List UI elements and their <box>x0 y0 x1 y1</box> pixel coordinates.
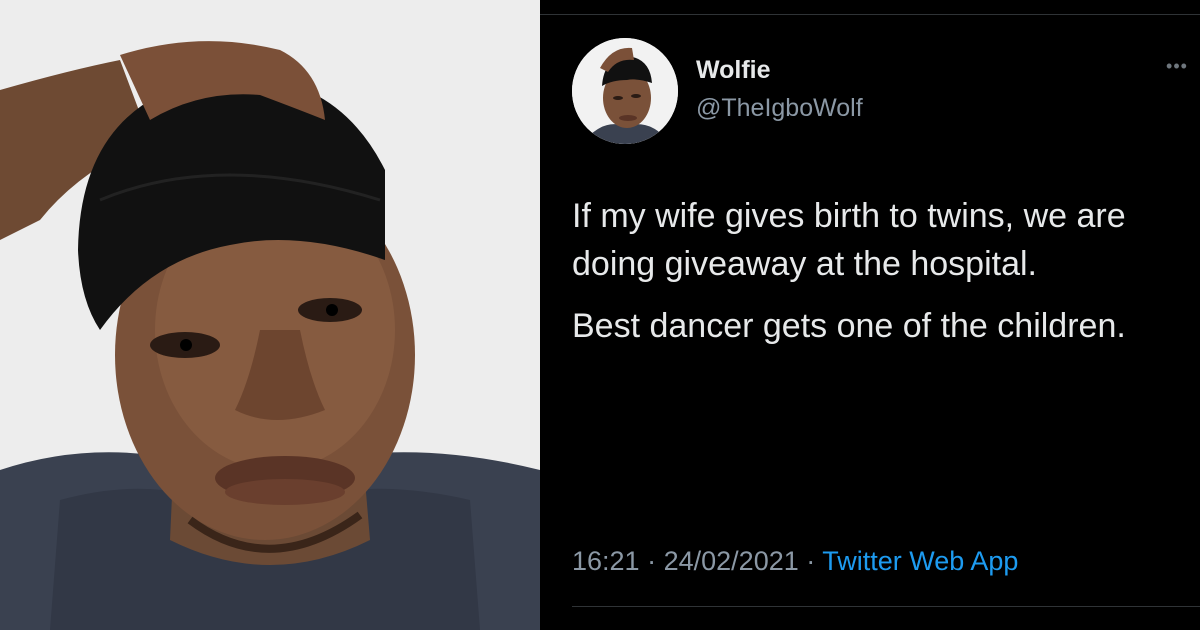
avatar-image <box>572 38 678 144</box>
tweet-body: If my wife gives birth to twins, we are … <box>572 192 1182 364</box>
tweet-date[interactable]: 24/02/2021 <box>664 546 799 576</box>
tweet-time[interactable]: 16:21 <box>572 546 640 576</box>
meme-image: Wolfie @TheIgboWolf ••• If my wife gives… <box>0 0 1200 630</box>
tweet-paragraph: If my wife gives birth to twins, we are … <box>572 197 1126 283</box>
user-handle[interactable]: @TheIgboWolf <box>696 94 863 123</box>
meta-separator: · <box>806 546 816 576</box>
bottom-divider <box>572 606 1200 607</box>
tweet-card: Wolfie @TheIgboWolf ••• If my wife gives… <box>540 0 1200 630</box>
meta-separator: · <box>647 546 657 576</box>
avatar[interactable] <box>572 38 678 144</box>
more-horizontal-icon[interactable]: ••• <box>1162 56 1192 76</box>
tweet-metadata: 16:21 · 24/02/2021 · Twitter Web App <box>572 546 1018 577</box>
source-app-link[interactable]: Twitter Web App <box>822 546 1018 576</box>
display-name[interactable]: Wolfie <box>696 56 771 85</box>
tweet-paragraph: Best dancer gets one of the children. <box>572 307 1126 345</box>
portrait-illustration <box>0 0 540 630</box>
top-divider <box>540 14 1200 15</box>
person-photo <box>0 0 540 630</box>
